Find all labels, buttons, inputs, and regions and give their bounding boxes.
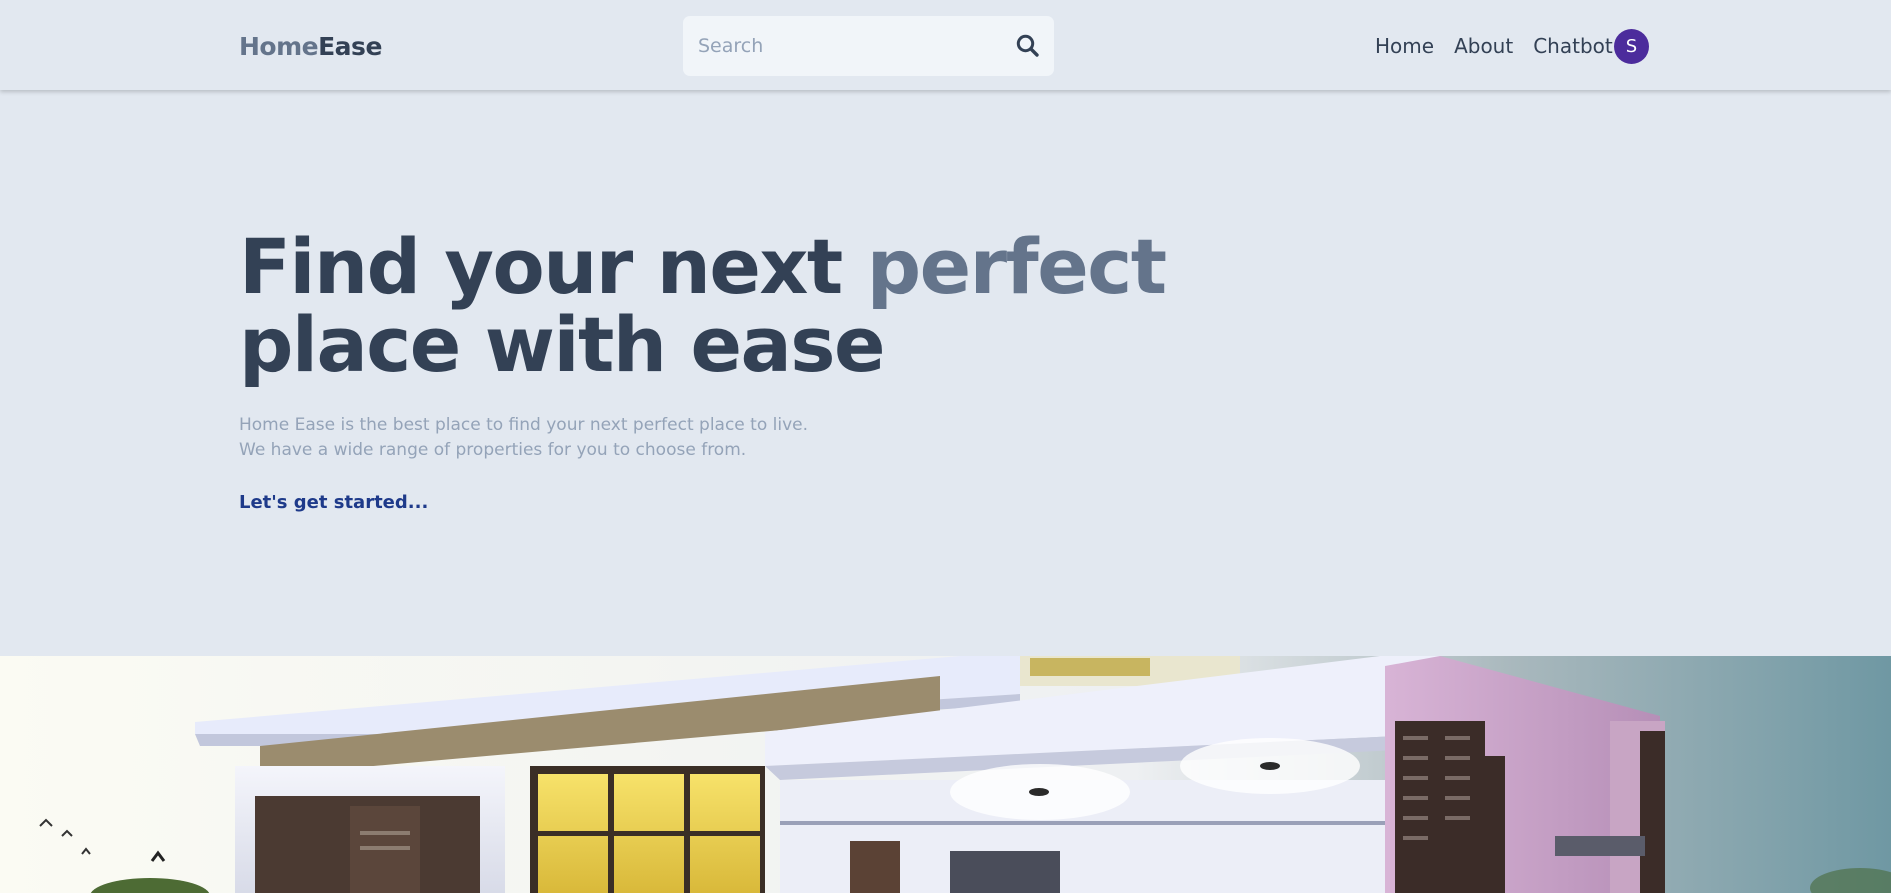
hero-subtitle-line2: We have a wide range of properties for y… [239,440,747,460]
nav-link-about[interactable]: About [1454,31,1513,61]
search-box [683,16,1054,76]
brand-logo[interactable]: HomeEase [239,31,382,63]
hero-title-part1: Find your next [239,222,867,311]
navbar: HomeEase Home About Chatbot S [0,0,1891,90]
search-input[interactable] [683,16,998,76]
search-icon[interactable] [1014,32,1042,60]
brand-logo-part1: Home [239,32,319,61]
hero-subtitle: Home Ease is the best place to find your… [239,413,808,463]
hero-title-accent: perfect [866,222,1167,311]
hero-subtitle-line1: Home Ease is the best place to find your… [239,415,809,435]
nav-link-chatbot[interactable]: Chatbot [1533,31,1613,61]
page: HomeEase Home About Chatbot S Find your … [0,0,1891,893]
hero-title: Find your next perfect place with ease [239,228,1167,384]
hero-title-line2: place with ease [239,300,886,389]
get-started-link[interactable]: Let's get started... [239,492,428,513]
user-avatar[interactable]: S [1614,29,1649,64]
nav-links: Home About Chatbot [1375,30,1633,62]
brand-logo-part2: Ease [318,32,382,61]
house-hero-image [0,656,1891,893]
nav-link-home[interactable]: Home [1375,31,1434,61]
